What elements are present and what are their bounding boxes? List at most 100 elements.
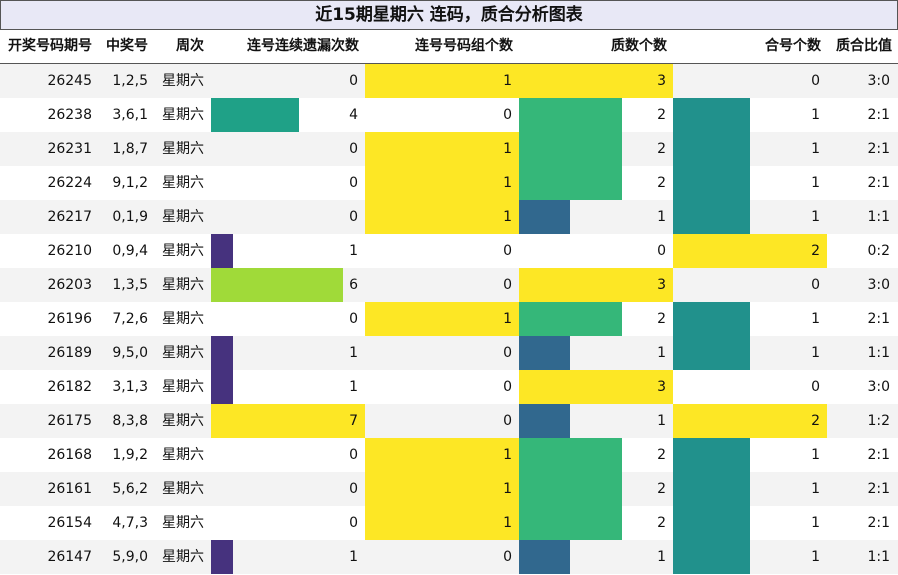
cell-weekday: 星期六 <box>162 447 204 463</box>
cell-weekday: 星期六 <box>162 107 204 123</box>
header-composite-count: 合号个数 <box>765 38 821 54</box>
cell-ratio: 3:0 <box>867 379 890 395</box>
bar-prime-count <box>519 370 673 404</box>
cell-numbers: 5,6,2 <box>112 481 148 497</box>
cell-issue: 26189 <box>47 345 92 361</box>
bar-consec-miss <box>211 404 365 438</box>
bar-prime-count <box>519 438 622 472</box>
header-consec-groups: 连号号码组个数 <box>415 38 513 54</box>
value-composite-count: 0 <box>811 379 820 395</box>
cell-issue: 26217 <box>47 209 92 225</box>
cell-ratio: 2:1 <box>867 311 890 327</box>
bar-prime-count <box>519 132 622 166</box>
bar-prime-count <box>519 64 673 98</box>
value-consec-miss: 0 <box>349 515 358 531</box>
cell-numbers: 4,7,3 <box>112 515 148 531</box>
value-consec-groups: 1 <box>503 175 512 191</box>
cell-ratio: 2:1 <box>867 515 890 531</box>
value-consec-groups: 0 <box>503 379 512 395</box>
bar-composite-count <box>673 200 750 234</box>
cell-issue: 26245 <box>47 73 92 89</box>
cell-numbers: 5,9,0 <box>112 549 148 565</box>
cell-weekday: 星期六 <box>162 209 204 225</box>
table-row: 26245 1,2,5 星期六 0 1 3 0 3:0 <box>0 64 898 98</box>
value-prime-count: 3 <box>657 379 666 395</box>
bar-composite-count <box>673 336 750 370</box>
value-consec-groups: 0 <box>503 413 512 429</box>
value-consec-miss: 6 <box>349 277 358 293</box>
bar-prime-count <box>519 336 570 370</box>
bar-composite-count <box>673 166 750 200</box>
value-consec-miss: 1 <box>349 243 358 259</box>
cell-numbers: 1,2,5 <box>112 73 148 89</box>
value-consec-groups: 1 <box>503 311 512 327</box>
value-consec-miss: 7 <box>349 413 358 429</box>
cell-numbers: 3,6,1 <box>112 107 148 123</box>
bar-prime-count <box>519 472 622 506</box>
cell-issue: 26175 <box>47 413 92 429</box>
cell-ratio: 2:1 <box>867 447 890 463</box>
cell-weekday: 星期六 <box>162 379 204 395</box>
value-consec-groups: 1 <box>503 73 512 89</box>
value-composite-count: 1 <box>811 549 820 565</box>
bar-consec-miss <box>211 98 299 132</box>
value-consec-miss: 1 <box>349 345 358 361</box>
table-row: 26168 1,9,2 星期六 0 1 2 1 2:1 <box>0 438 898 472</box>
bar-prime-count <box>519 404 570 438</box>
cell-numbers: 7,2,6 <box>112 311 148 327</box>
bar-consec-groups <box>365 302 519 336</box>
value-consec-miss: 0 <box>349 311 358 327</box>
cell-weekday: 星期六 <box>162 515 204 531</box>
cell-weekday: 星期六 <box>162 311 204 327</box>
cell-weekday: 星期六 <box>162 481 204 497</box>
value-consec-groups: 1 <box>503 481 512 497</box>
bar-prime-count <box>519 506 622 540</box>
cell-numbers: 1,8,7 <box>112 141 148 157</box>
bar-consec-groups <box>365 64 519 98</box>
table-row: 26175 8,3,8 星期六 7 0 1 2 1:2 <box>0 404 898 438</box>
cell-ratio: 1:2 <box>867 413 890 429</box>
table-row: 26224 9,1,2 星期六 0 1 2 1 2:1 <box>0 166 898 200</box>
bar-consec-groups <box>365 506 519 540</box>
value-consec-groups: 0 <box>503 345 512 361</box>
cell-ratio: 1:1 <box>867 209 890 225</box>
bar-prime-count <box>519 302 622 336</box>
cell-numbers: 1,3,5 <box>112 277 148 293</box>
bar-composite-count <box>673 404 827 438</box>
cell-numbers: 9,5,0 <box>112 345 148 361</box>
cell-numbers: 3,1,3 <box>112 379 148 395</box>
cell-numbers: 9,1,2 <box>112 175 148 191</box>
value-consec-groups: 1 <box>503 209 512 225</box>
value-consec-groups: 0 <box>503 549 512 565</box>
cell-ratio: 1:1 <box>867 549 890 565</box>
cell-ratio: 1:1 <box>867 345 890 361</box>
bar-consec-miss <box>211 540 233 574</box>
cell-ratio: 3:0 <box>867 277 890 293</box>
cell-weekday: 星期六 <box>162 73 204 89</box>
value-prime-count: 0 <box>657 243 666 259</box>
cell-ratio: 3:0 <box>867 73 890 89</box>
cell-issue: 26196 <box>47 311 92 327</box>
value-composite-count: 1 <box>811 107 820 123</box>
value-consec-groups: 0 <box>503 277 512 293</box>
cell-issue: 26182 <box>47 379 92 395</box>
bar-composite-count <box>673 472 750 506</box>
table-row: 26154 4,7,3 星期六 0 1 2 1 2:1 <box>0 506 898 540</box>
bar-consec-groups <box>365 132 519 166</box>
bar-consec-groups <box>365 166 519 200</box>
value-consec-groups: 0 <box>503 243 512 259</box>
header-numbers: 中奖号 <box>106 38 148 54</box>
value-prime-count: 2 <box>657 481 666 497</box>
header-consec-miss: 连号连续遗漏次数 <box>247 38 359 54</box>
table-row: 26182 3,1,3 星期六 1 0 3 0 3:0 <box>0 370 898 404</box>
cell-issue: 26147 <box>47 549 92 565</box>
bar-composite-count <box>673 132 750 166</box>
value-consec-miss: 0 <box>349 481 358 497</box>
value-prime-count: 2 <box>657 141 666 157</box>
cell-weekday: 星期六 <box>162 277 204 293</box>
header-issue: 开奖号码期号 <box>8 38 92 54</box>
value-composite-count: 1 <box>811 311 820 327</box>
cell-issue: 26238 <box>47 107 92 123</box>
value-composite-count: 0 <box>811 73 820 89</box>
cell-ratio: 2:1 <box>867 141 890 157</box>
